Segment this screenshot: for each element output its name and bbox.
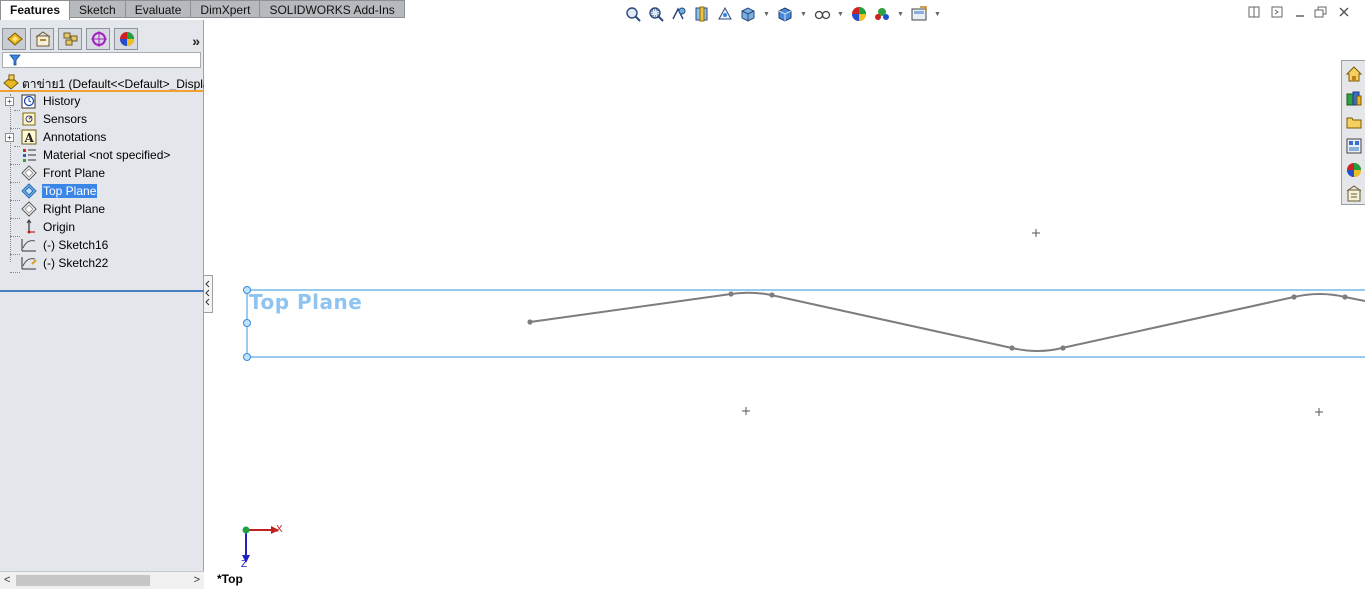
reference-point-marker <box>742 407 750 415</box>
triad-z-label: Z <box>241 559 248 570</box>
tree-item-history[interactable]: + History <box>0 92 204 110</box>
tree-item-label: (-) Sketch22 <box>43 256 109 270</box>
feature-manager-tab[interactable] <box>2 28 26 50</box>
tree-item-front-plane[interactable]: Front Plane <box>0 164 204 182</box>
annotations-icon: A <box>21 129 37 145</box>
close-icon[interactable] <box>1337 6 1351 20</box>
display-manager-tab[interactable] <box>114 28 138 50</box>
origin-icon <box>26 219 35 234</box>
feature-tree-scrollbar[interactable]: < > <box>0 571 204 589</box>
plane-icon <box>21 183 37 199</box>
tree-item-label: Origin <box>43 220 76 234</box>
sketch-icon <box>21 257 37 270</box>
hide-show-dropdown-icon[interactable]: ▼ <box>837 11 844 18</box>
command-manager-tabs: Features Sketch Evaluate DimXpert SOLIDW… <box>0 0 405 20</box>
display-style-dropdown-icon[interactable]: ▼ <box>800 11 807 18</box>
tree-item-sensors[interactable]: Sensors <box>0 110 204 128</box>
scroll-right-button[interactable]: > <box>194 574 200 586</box>
expand-toggle[interactable]: + <box>5 97 14 106</box>
material-icon <box>23 149 36 162</box>
tab-features[interactable]: Features <box>0 0 71 20</box>
tree-item-label: Annotations <box>43 130 107 144</box>
view-orientation-label: *Top <box>217 572 243 586</box>
reference-point-marker <box>1315 408 1323 416</box>
plane-icon <box>21 201 37 217</box>
reference-point-marker <box>1032 229 1040 237</box>
tree-item-label: (-) Sketch16 <box>43 238 109 252</box>
property-manager-tab[interactable] <box>30 28 54 50</box>
filter-icon <box>9 54 21 66</box>
tab-evaluate[interactable]: Evaluate <box>125 0 192 18</box>
tree-item-sketch22[interactable]: (-) Sketch22 <box>0 254 204 272</box>
tree-item-origin[interactable]: Origin <box>0 218 204 236</box>
plane-name-label: Top Plane <box>249 290 363 314</box>
sketch-icon <box>21 239 36 252</box>
tree-item-label: Material <not specified> <box>43 148 171 162</box>
display-manager-icon <box>120 32 134 46</box>
tab-dimxpert[interactable]: DimXpert <box>191 0 261 18</box>
feature-manager-panel: » ตาข่าย1 (Default<<Default>_Display + H… <box>0 20 204 589</box>
configuration-manager-tab[interactable] <box>58 28 82 50</box>
panel-tab-strip: » <box>0 24 204 50</box>
plane-icon <box>21 165 37 181</box>
dimxpert-manager-icon <box>91 31 107 47</box>
view-orientation-dropdown-icon[interactable]: ▼ <box>763 11 770 18</box>
part-root-label: ตาข่าย1 (Default<<Default>_Display <box>22 77 204 91</box>
panel-expand-chevron[interactable]: » <box>192 33 200 49</box>
dimxpert-manager-tab[interactable] <box>86 28 110 50</box>
view-settings-dropdown-icon[interactable]: ▼ <box>934 11 941 18</box>
tree-item-right-plane[interactable]: Right Plane <box>0 200 204 218</box>
tree-item-label: Sensors <box>43 112 88 126</box>
sketch-curve[interactable] <box>527 291 1365 352</box>
feature-manager-icon <box>7 32 23 46</box>
tree-item-top-plane[interactable]: Top Plane <box>0 182 204 200</box>
part-root-item[interactable]: ตาข่าย1 (Default<<Default>_Display <box>0 72 204 92</box>
minimize-icon[interactable] <box>1293 6 1307 20</box>
scroll-left-button[interactable]: < <box>4 574 10 586</box>
feature-tree-filter[interactable] <box>2 52 201 68</box>
tree-item-label: History <box>43 94 81 108</box>
tab-solidworks-add-ins[interactable]: SOLIDWORKS Add-Ins <box>260 0 405 18</box>
tile-right-icon[interactable] <box>1270 6 1284 20</box>
tree-item-material[interactable]: Material <not specified> <box>0 146 204 164</box>
scroll-thumb[interactable] <box>16 575 150 586</box>
sensors-icon <box>22 112 36 126</box>
restore-icon[interactable] <box>1314 6 1328 20</box>
triad-x-label: X <box>276 524 283 535</box>
apply-scene-dropdown-icon[interactable]: ▼ <box>897 11 904 18</box>
history-icon <box>21 94 36 109</box>
tree-item-label: Front Plane <box>43 166 106 180</box>
tree-item-sketch16[interactable]: (-) Sketch16 <box>0 236 204 254</box>
property-manager-icon <box>35 31 51 47</box>
tree-item-annotations[interactable]: + A Annotations <box>0 128 204 146</box>
top-plane-outline[interactable] <box>243 286 1365 361</box>
tree-item-label: Top Plane <box>42 184 98 198</box>
tile-left-icon[interactable] <box>1247 6 1261 20</box>
graphics-area[interactable] <box>205 20 1365 589</box>
reference-triad <box>242 526 279 563</box>
expand-toggle[interactable]: + <box>5 133 14 142</box>
tab-sketch[interactable]: Sketch <box>70 0 126 18</box>
svg-text:A: A <box>24 131 35 145</box>
rollback-bar[interactable] <box>0 290 204 292</box>
configuration-manager-icon <box>63 32 78 46</box>
part-icon <box>3 74 19 90</box>
tree-item-label: Right Plane <box>43 202 106 216</box>
